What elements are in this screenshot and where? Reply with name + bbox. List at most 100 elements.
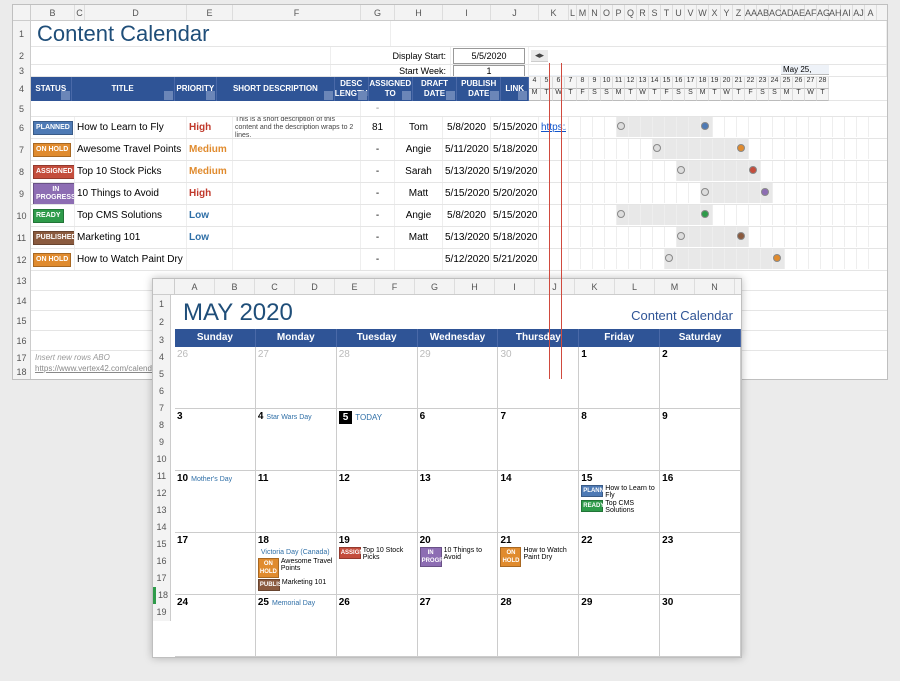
row-header-cell[interactable]: 17 (13, 351, 31, 365)
calendar-day[interactable]: 22 (579, 533, 660, 594)
col-link[interactable]: LINK (501, 77, 529, 101)
start-week-input[interactable]: 1 (453, 65, 525, 76)
calendar-day[interactable]: 20INPROGRESS10 Things to Avoid (418, 533, 499, 594)
col-header-cell[interactable]: AE (793, 5, 805, 20)
row-header-cell[interactable]: 7 (13, 139, 31, 161)
col-header-cell[interactable]: P (613, 5, 625, 20)
row-header-cell[interactable]: 3 (153, 331, 171, 349)
row-header-cell[interactable]: 10 (153, 451, 171, 468)
col-header-cell[interactable]: U (673, 5, 685, 20)
col-header-cell[interactable]: M (655, 279, 695, 294)
row-header-cell[interactable]: 9 (153, 434, 171, 451)
filter-dropdown-icon[interactable] (490, 91, 499, 100)
calendar-event[interactable]: PUBLISHEDMarketing 101 (258, 579, 334, 591)
calendar-day[interactable]: 30 (660, 595, 741, 656)
row-header-cell[interactable]: 13 (153, 502, 171, 519)
col-publish[interactable]: PUBLISH DATE (457, 77, 501, 101)
calendar-day[interactable]: 1 (579, 347, 660, 408)
calendar-event[interactable]: READYTop CMS Solutions (581, 500, 657, 514)
scroll-right-icon[interactable]: ▸ (540, 50, 545, 61)
col-header-cell[interactable]: C (255, 279, 295, 294)
col-header-cell[interactable]: L (615, 279, 655, 294)
calendar-day[interactable]: 7 (498, 409, 579, 470)
col-header-cell[interactable]: G (415, 279, 455, 294)
calendar-day[interactable]: 11 (256, 471, 337, 532)
col-header-cell[interactable]: J (535, 279, 575, 294)
calendar-day[interactable]: 10Mother's Day (175, 471, 256, 532)
col-header-cell[interactable]: AA (745, 5, 757, 20)
row-header-cell[interactable]: 5 (13, 101, 31, 117)
row-header-cell[interactable]: 14 (153, 519, 171, 536)
calendar-day[interactable]: 17 (175, 533, 256, 594)
col-header-cell[interactable]: AD (781, 5, 793, 20)
calendar-day[interactable]: 8 (579, 409, 660, 470)
row-header-cell[interactable]: 12 (153, 485, 171, 502)
calendar-day[interactable]: 16 (660, 471, 741, 532)
col-header-cell[interactable]: Y (721, 5, 733, 20)
table-row[interactable]: READYTop CMS SolutionsLow-Angie5/8/20205… (31, 205, 887, 227)
calendar-day[interactable]: 9 (660, 409, 741, 470)
col-header-cell[interactable]: I (443, 5, 491, 20)
col-header-cell[interactable]: Q (625, 5, 637, 20)
col-draft[interactable]: DRAFT DATE (413, 77, 457, 101)
table-row[interactable]: ON HOLDHow to Watch Paint Dry-5/12/20205… (31, 249, 887, 271)
filter-dropdown-icon[interactable] (164, 91, 173, 100)
calendar-day[interactable]: 5TODAY (337, 409, 418, 470)
calendar-day[interactable]: 19ASSIGNEDTop 10 Stock Picks (337, 533, 418, 594)
calendar-day[interactable]: 6 (418, 409, 499, 470)
col-priority[interactable]: PRIORITY (175, 77, 217, 101)
filter-dropdown-icon[interactable] (446, 91, 455, 100)
col-header-cell[interactable]: G (361, 5, 395, 20)
calendar-day[interactable]: 15PLANNEDHow to Learn to FlyREADYTop CMS… (579, 471, 660, 532)
col-header-cell[interactable]: T (661, 5, 673, 20)
col-header-cell[interactable]: H (455, 279, 495, 294)
calendar-day[interactable]: 29 (579, 595, 660, 656)
row-header-cell[interactable]: 18 (13, 365, 31, 379)
calendar-day[interactable]: 2 (660, 347, 741, 408)
col-header-cell[interactable]: A (865, 5, 877, 20)
timeline-scrollbar[interactable]: ◂▸ (531, 50, 548, 62)
calendar-day[interactable]: 26 (175, 347, 256, 408)
col-header-cell[interactable]: K (539, 5, 569, 20)
calendar-day[interactable]: 27 (256, 347, 337, 408)
col-header-cell[interactable]: AF (805, 5, 817, 20)
col-header-cell[interactable]: Z (733, 5, 745, 20)
row-header-cell[interactable]: 1 (153, 295, 171, 313)
link-cell[interactable]: https://ww (541, 122, 566, 133)
calendar-event[interactable]: ONHOLDAwesome Travel Points (258, 558, 334, 578)
table-row[interactable]: ON HOLDAwesome Travel PointsMedium-Angie… (31, 139, 887, 161)
col-header-cell[interactable]: AB (757, 5, 769, 20)
calendar-day[interactable]: 18Victoria Day (Canada)ONHOLDAwesome Tra… (256, 533, 337, 594)
col-desc[interactable]: SHORT DESCRIPTION (217, 77, 335, 101)
row-header-cell[interactable]: 15 (13, 311, 31, 331)
row-header-cell[interactable]: 6 (13, 117, 31, 139)
table-row[interactable]: PLANNEDHow to Learn to FlyHighThis is a … (31, 117, 887, 139)
calendar-event[interactable]: ASSIGNEDTop 10 Stock Picks (339, 547, 415, 561)
row-header-cell[interactable]: 3 (13, 65, 31, 77)
row-header-cell[interactable]: 8 (153, 417, 171, 434)
calendar-day[interactable]: 25Memorial Day (256, 595, 337, 656)
row-header-cell[interactable]: 13 (13, 271, 31, 291)
row-header-cell[interactable]: 1 (13, 21, 31, 47)
col-header-cell[interactable]: AH (829, 5, 841, 20)
col-header-cell[interactable]: AJ (853, 5, 865, 20)
col-header-cell[interactable]: D (85, 5, 187, 20)
row-header-cell[interactable]: 11 (153, 468, 171, 485)
col-header-cell[interactable]: AI (841, 5, 853, 20)
calendar-day[interactable]: 4Star Wars Day (256, 409, 337, 470)
row-header-cell[interactable]: 18 (153, 587, 171, 604)
col-header-cell[interactable]: N (589, 5, 601, 20)
row-header-cell[interactable]: 6 (153, 383, 171, 400)
table-row[interactable]: ASSIGNEDTop 10 Stock PicksMedium-Sarah5/… (31, 161, 887, 183)
filter-dropdown-icon[interactable] (324, 91, 333, 100)
col-header-cell[interactable]: C (75, 5, 85, 20)
calendar-day[interactable]: 26 (337, 595, 418, 656)
row-header-cell[interactable]: 11 (13, 227, 31, 249)
col-header-cell[interactable]: L (569, 5, 577, 20)
col-header-cell[interactable]: B (215, 279, 255, 294)
row-header-cell[interactable]: 9 (13, 183, 31, 205)
row-header-cell[interactable]: 4 (13, 77, 31, 101)
calendar-event[interactable]: INPROGRESS10 Things to Avoid (420, 547, 496, 567)
calendar-day[interactable]: 12 (337, 471, 418, 532)
table-row[interactable]: PUBLISHEDMarketing 101Low-Matt5/13/20205… (31, 227, 887, 249)
